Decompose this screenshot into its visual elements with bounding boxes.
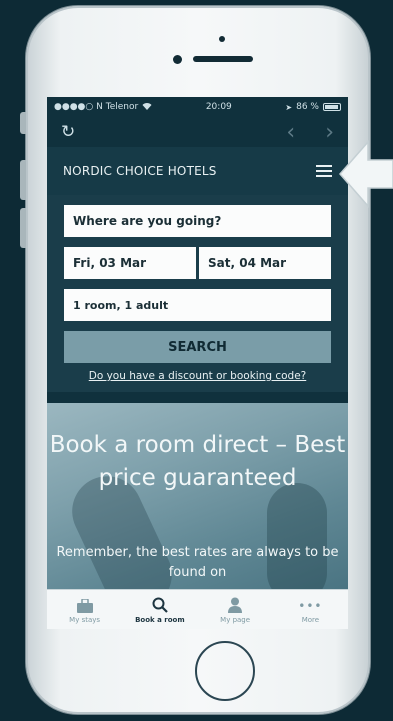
chevron-left-icon[interactable]: ‹ [286, 120, 295, 145]
tab-more[interactable]: ••• More [273, 590, 348, 629]
volume-down-button [20, 208, 26, 248]
tab-book-a-room[interactable]: Book a room [122, 590, 197, 629]
tab-label: More [301, 616, 320, 624]
home-button[interactable] [195, 641, 255, 701]
bottom-tab-bar: My stays Book a room My page ••• More [47, 589, 348, 629]
person-icon [227, 595, 243, 613]
status-bar: ●●●●○ N Telenor 20:09 ➤ 86 % [47, 97, 348, 117]
location-icon: ➤ [285, 102, 293, 112]
hero-subtitle: Remember, the best rates are always to b… [56, 545, 339, 580]
front-camera [173, 55, 182, 64]
tab-my-page[interactable]: My page [198, 590, 273, 629]
destination-input[interactable]: Where are you going? [64, 205, 331, 237]
search-panel: Where are you going? Fri, 03 Mar Sat, 04… [47, 195, 348, 392]
search-icon [152, 595, 168, 613]
hamburger-menu-icon[interactable] [316, 165, 332, 177]
earpiece-speaker [193, 56, 253, 62]
volume-up-button [20, 160, 26, 200]
battery-icon [322, 103, 341, 111]
header-bar: NORDIC CHOICE HOTELS [47, 147, 348, 195]
rooms-guests-field[interactable]: 1 room, 1 adult [64, 289, 331, 321]
tab-my-stays[interactable]: My stays [47, 590, 122, 629]
reload-icon[interactable]: ↻ [61, 122, 75, 142]
brand-title: NORDIC CHOICE HOTELS [63, 164, 217, 178]
battery-percent: 86 % [296, 102, 319, 112]
tab-label: Book a room [135, 616, 185, 624]
mute-switch [20, 112, 26, 134]
chevron-right-icon[interactable]: › [325, 120, 334, 145]
browser-toolbar: ↻ ‹ › [47, 117, 348, 147]
clock: 20:09 [205, 102, 232, 112]
phone-screen: ●●●●○ N Telenor 20:09 ➤ 86 % ↻ ‹ › NORDI… [47, 97, 348, 629]
discount-code-link[interactable]: Do you have a discount or booking code? [64, 370, 331, 382]
tab-label: My page [220, 616, 251, 624]
hero-title: Book a room direct – Best price guarante… [49, 432, 346, 491]
carrier-label: ●●●●○ N Telenor [54, 102, 139, 112]
checkout-date-field[interactable]: Sat, 04 Mar [199, 247, 331, 279]
hero-banner: Book a room direct – Best price guarante… [47, 403, 348, 589]
wifi-icon [142, 102, 152, 113]
proximity-sensor [219, 36, 225, 42]
annotation-arrow-icon [338, 138, 393, 214]
checkin-date-field[interactable]: Fri, 03 Mar [64, 247, 196, 279]
suitcase-icon [76, 595, 93, 613]
search-button[interactable]: SEARCH [64, 331, 331, 363]
more-dots-icon: ••• [298, 599, 323, 613]
tab-label: My stays [69, 616, 101, 624]
